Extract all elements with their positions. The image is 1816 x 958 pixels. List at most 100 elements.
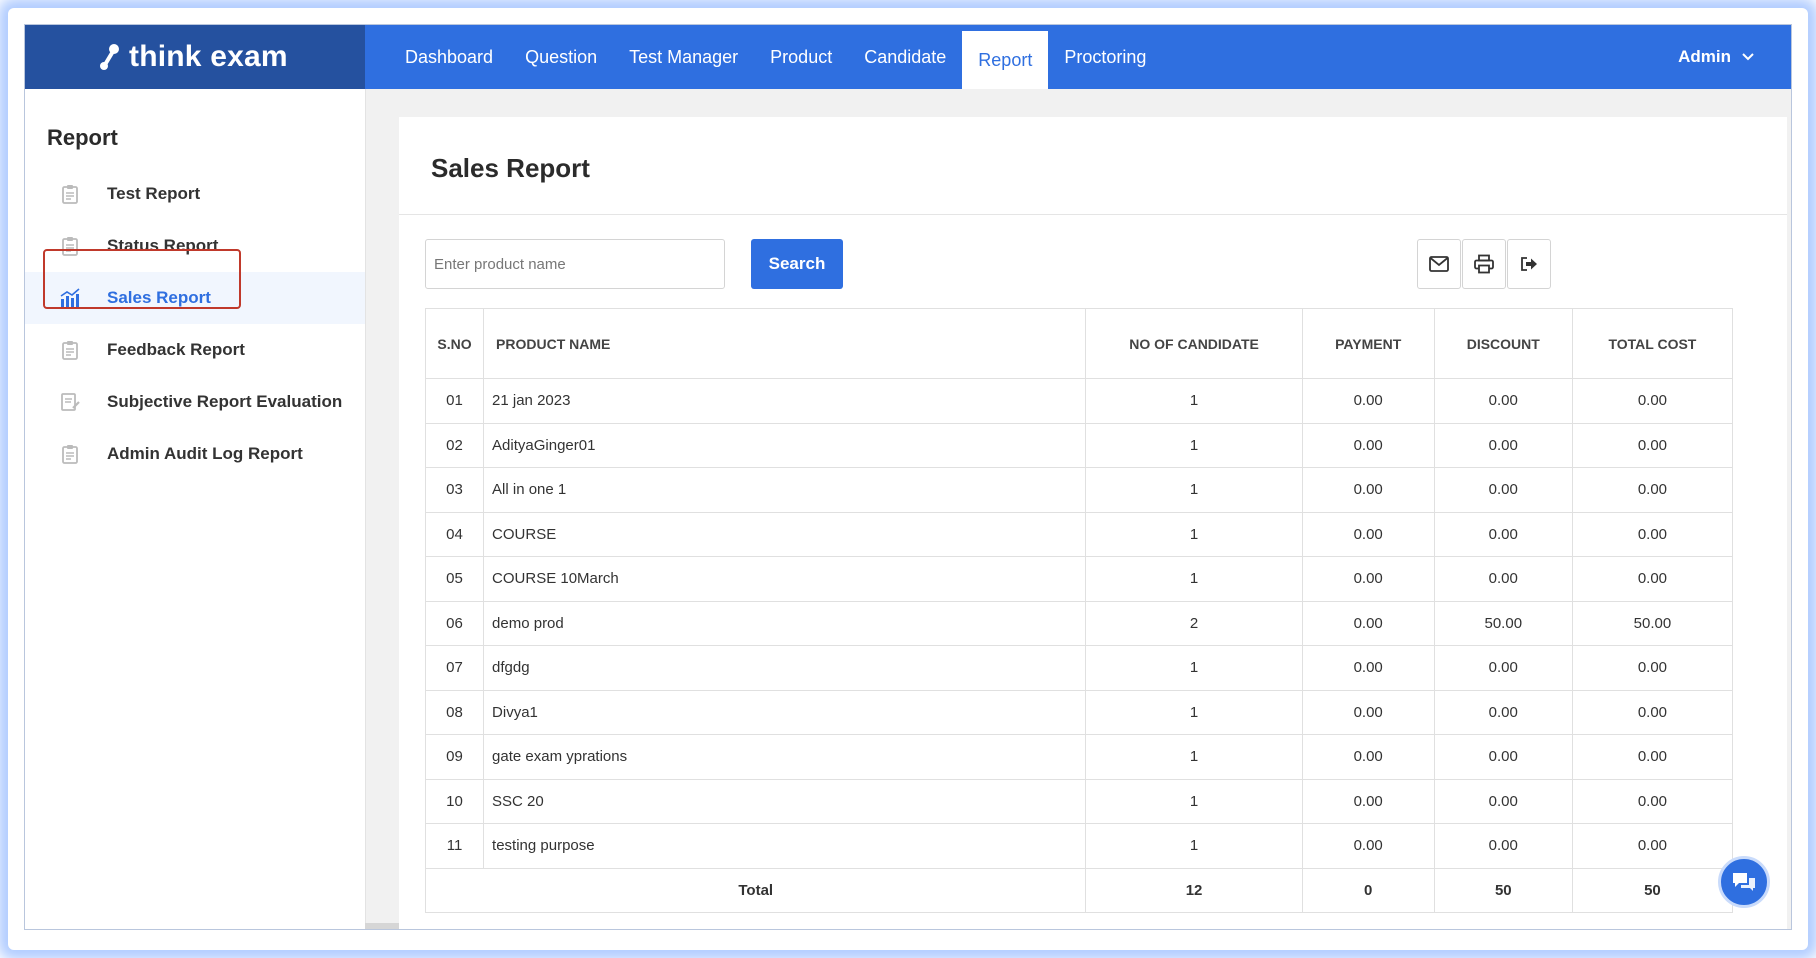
search-button[interactable]: Search xyxy=(751,239,843,289)
table-total-row: Total 12 0 50 50 xyxy=(424,867,1734,913)
user-name: Admin xyxy=(1678,47,1731,66)
cell-product-name: testing purpose xyxy=(483,823,1087,869)
total-candidates: 12 xyxy=(1085,867,1303,913)
cell-payment: 0.00 xyxy=(1301,600,1435,646)
chat-button[interactable] xyxy=(1718,856,1770,908)
cell-payment: 0.00 xyxy=(1301,778,1435,824)
brand-logo[interactable]: think exam xyxy=(25,25,365,89)
cell-discount: 0.00 xyxy=(1433,645,1573,691)
cell-payment: 0.00 xyxy=(1301,511,1435,557)
cell-payment: 0.00 xyxy=(1301,378,1435,424)
app-window: think exam Dashboard Question Test Manager… xyxy=(24,24,1792,930)
clipboard-icon xyxy=(59,182,81,206)
envelope-icon xyxy=(1429,256,1449,272)
total-cost: 50 xyxy=(1571,867,1734,913)
cell-discount: 0.00 xyxy=(1433,467,1573,513)
product-search-input[interactable] xyxy=(425,239,725,289)
brand-logo-icon xyxy=(100,44,119,70)
cell-sno: 07 xyxy=(424,645,485,691)
nav-candidate[interactable]: Candidate xyxy=(848,25,962,89)
print-button[interactable] xyxy=(1462,239,1506,289)
cell-discount: 0.00 xyxy=(1433,511,1573,557)
sidebar-item-label: Status Report xyxy=(107,236,219,255)
column-header-payment[interactable]: PAYMENT xyxy=(1301,308,1435,379)
column-header-discount[interactable]: DISCOUNT xyxy=(1433,308,1573,379)
sidebar-item-test-report[interactable]: Test Report xyxy=(25,168,365,220)
sidebar-item-label: Subjective Report Evaluation xyxy=(107,392,343,411)
cell-total-cost: 0.00 xyxy=(1571,734,1734,780)
cell-total-cost: 0.00 xyxy=(1571,422,1734,468)
export-icon xyxy=(1521,257,1537,271)
sidebar-item-subjective-report-evaluation[interactable]: Subjective Report Evaluation xyxy=(25,376,365,428)
cell-sno: 03 xyxy=(424,467,485,513)
cell-payment: 0.00 xyxy=(1301,734,1435,780)
cell-total-cost: 0.00 xyxy=(1571,378,1734,424)
nav-proctoring[interactable]: Proctoring xyxy=(1048,25,1162,89)
sidebar-item-label: Feedback Report xyxy=(107,340,245,359)
nav-test-manager[interactable]: Test Manager xyxy=(613,25,754,89)
cell-payment: 0.00 xyxy=(1301,467,1435,513)
cell-discount: 50.00 xyxy=(1433,600,1573,646)
sidebar-item-label: Admin Audit Log Report xyxy=(107,444,303,463)
nav-report[interactable]: Report xyxy=(962,31,1049,89)
cell-no-of-candidate: 1 xyxy=(1085,378,1303,424)
cell-product-name: gate exam yprations xyxy=(483,734,1087,780)
table-row: 08 Divya1 1 0.00 0.00 0.00 xyxy=(424,689,1734,735)
cell-no-of-candidate: 1 xyxy=(1085,689,1303,735)
chat-icon xyxy=(1733,873,1755,891)
cell-product-name: COURSE 10March xyxy=(483,556,1087,602)
main-nav: Dashboard Question Test Manager Product Cand… xyxy=(365,25,1162,89)
nav-dashboard[interactable]: Dashboard xyxy=(389,25,509,89)
sidebar-item-sales-report[interactable]: Sales Report xyxy=(25,272,365,324)
cell-product-name: Divya1 xyxy=(483,689,1087,735)
cell-discount: 0.00 xyxy=(1433,556,1573,602)
cell-no-of-candidate: 1 xyxy=(1085,645,1303,691)
cell-total-cost: 0.00 xyxy=(1571,467,1734,513)
sidebar: Report Test Report Status Report Sales Rep… xyxy=(25,89,366,929)
edit-document-icon xyxy=(59,390,81,414)
total-discount: 50 xyxy=(1433,867,1573,913)
cell-sno: 04 xyxy=(424,511,485,557)
cell-discount: 0.00 xyxy=(1433,823,1573,869)
cell-discount: 0.00 xyxy=(1433,422,1573,468)
sidebar-item-admin-audit-log-report[interactable]: Admin Audit Log Report xyxy=(25,428,365,480)
cell-product-name: 21 jan 2023 xyxy=(483,378,1087,424)
cell-total-cost: 0.00 xyxy=(1571,778,1734,824)
table-row: 05 COURSE 10March 1 0.00 0.00 0.00 xyxy=(424,556,1734,602)
nav-question[interactable]: Question xyxy=(509,25,613,89)
clipboard-status-icon xyxy=(59,234,81,258)
column-header-no-of-candidate[interactable]: NO OF CANDIDATE xyxy=(1085,308,1303,379)
cell-discount: 0.00 xyxy=(1433,778,1573,824)
title-divider xyxy=(399,214,1787,215)
cell-sno: 05 xyxy=(424,556,485,602)
table-row: 01 21 jan 2023 1 0.00 0.00 0.00 xyxy=(424,378,1734,424)
scrollbar[interactable] xyxy=(365,923,399,929)
sidebar-item-status-report[interactable]: Status Report xyxy=(25,220,365,272)
column-header-product-name[interactable]: PRODUCT NAME xyxy=(483,308,1087,379)
chevron-down-icon xyxy=(1742,53,1754,61)
email-button[interactable] xyxy=(1417,239,1461,289)
cell-sno: 09 xyxy=(424,734,485,780)
cell-sno: 02 xyxy=(424,422,485,468)
column-header-total-cost[interactable]: TOTAL COST xyxy=(1571,308,1734,379)
brand-name: think exam xyxy=(129,40,288,73)
cell-product-name: demo prod xyxy=(483,600,1087,646)
table-row: 06 demo prod 2 0.00 50.00 50.00 xyxy=(424,600,1734,646)
cell-total-cost: 0.00 xyxy=(1571,645,1734,691)
table-row: 04 COURSE 1 0.00 0.00 0.00 xyxy=(424,511,1734,557)
cell-total-cost: 0.00 xyxy=(1571,823,1734,869)
cell-sno: 11 xyxy=(424,823,485,869)
cell-discount: 0.00 xyxy=(1433,734,1573,780)
column-header-sno[interactable]: S.NO xyxy=(424,308,485,379)
top-navigation-bar: think exam Dashboard Question Test Manager… xyxy=(25,25,1791,89)
user-menu[interactable]: Admin xyxy=(1678,25,1755,89)
cell-payment: 0.00 xyxy=(1301,645,1435,691)
table-row: 11 testing purpose 1 0.00 0.00 0.00 xyxy=(424,823,1734,869)
sidebar-item-feedback-report[interactable]: Feedback Report xyxy=(25,324,365,376)
cell-product-name: All in one 1 xyxy=(483,467,1087,513)
nav-product[interactable]: Product xyxy=(754,25,848,89)
sidebar-item-label: Test Report xyxy=(107,184,201,203)
table-row: 09 gate exam yprations 1 0.00 0.00 0.00 xyxy=(424,734,1734,780)
export-button[interactable] xyxy=(1507,239,1551,289)
cell-no-of-candidate: 1 xyxy=(1085,422,1303,468)
